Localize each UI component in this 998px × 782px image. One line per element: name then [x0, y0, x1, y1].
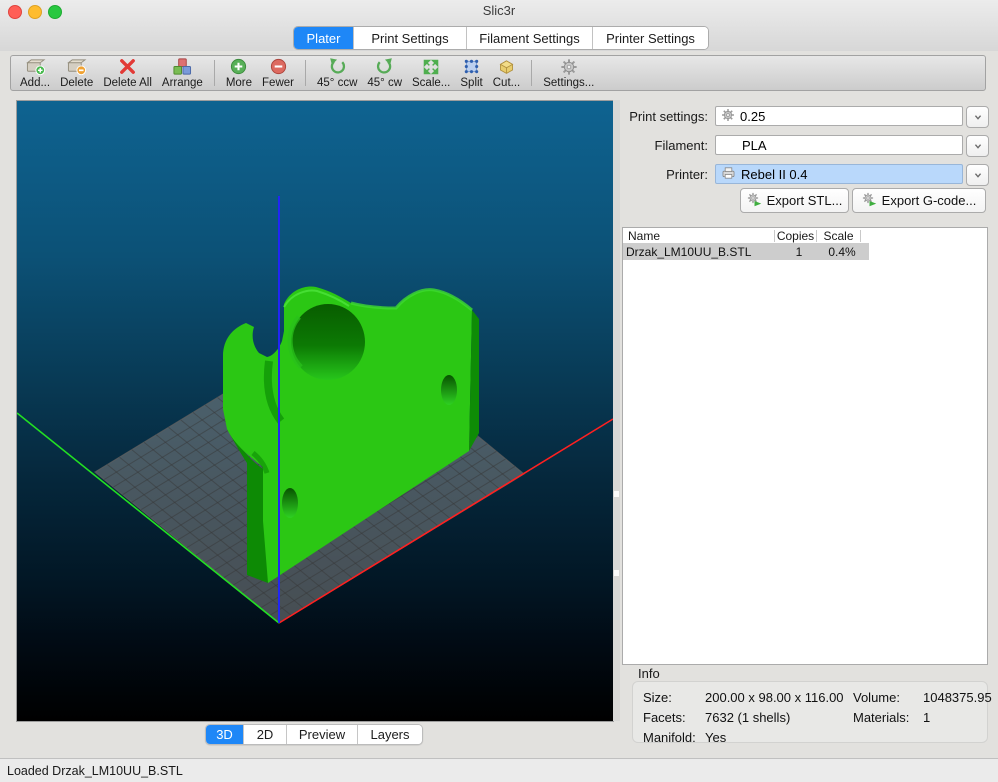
3d-scene [17, 101, 613, 721]
cell-scale: 0.4% [820, 245, 864, 259]
toolbar-separator [305, 60, 306, 86]
tab-plater[interactable]: Plater [294, 27, 354, 49]
delete-all-button[interactable]: Delete All [98, 55, 157, 91]
manifold-label: Manifold: [643, 730, 705, 745]
tab-printer-settings[interactable]: Printer Settings [593, 27, 708, 49]
print-settings-combo[interactable]: 0.25 [715, 106, 963, 126]
view-tab-preview[interactable]: Preview [287, 725, 358, 744]
export-gcode-button[interactable]: Export G-code... [852, 188, 986, 213]
filament-value: PLA [742, 138, 767, 153]
mounting-hole-left [282, 488, 298, 518]
toolbar-separator [214, 60, 215, 86]
printer-icon [721, 166, 736, 183]
export-stl-button[interactable]: Export STL... [740, 188, 849, 213]
size-value: 200.00 x 98.00 x 116.00 [705, 690, 853, 705]
print-settings-dropdown-button[interactable] [966, 106, 989, 128]
materials-value: 1 [923, 710, 987, 725]
column-header-name: Name [623, 230, 775, 242]
rotate-ccw-icon [328, 57, 347, 76]
view-tab-3d[interactable]: 3D [206, 725, 244, 744]
filament-dropdown-button[interactable] [966, 135, 989, 157]
tab-print-settings[interactable]: Print Settings [354, 27, 467, 49]
slic3r-window: { "window": { "title": "Slic3r" }, "main… [0, 0, 998, 782]
status-bar: Loaded Drzak_LM10UU_B.STL [0, 758, 998, 782]
fewer-copies-icon [269, 57, 288, 76]
filament-combo[interactable]: PLA [715, 135, 963, 155]
status-text: Loaded Drzak_LM10UU_B.STL [7, 764, 183, 778]
3d-viewport[interactable] [16, 100, 614, 722]
splitter-handle [614, 570, 619, 576]
gear-icon [721, 108, 735, 125]
add-button[interactable]: Add... [15, 55, 55, 91]
titlebar[interactable]: Slic3r [0, 0, 998, 22]
delete-all-icon [118, 57, 137, 76]
object-list-header: Name Copies Scale [623, 228, 987, 243]
rotate-cw-button[interactable]: 45° cw [362, 55, 407, 91]
arrange-button[interactable]: Arrange [157, 55, 208, 91]
scale-icon [422, 57, 440, 76]
print-settings-label: Print settings: [618, 109, 708, 124]
chevron-down-icon [972, 169, 984, 181]
export-gear-icon [862, 192, 877, 210]
window-title: Slic3r [0, 3, 998, 18]
printer-label: Printer: [618, 167, 708, 182]
split-icon [462, 57, 481, 76]
rotate-ccw-button[interactable]: 45° ccw [312, 55, 362, 91]
volume-label: Volume: [853, 690, 923, 705]
main-tab-bar: Plater Print Settings Filament Settings … [293, 26, 709, 50]
materials-label: Materials: [853, 710, 923, 725]
fewer-copies-button[interactable]: Fewer [257, 55, 299, 91]
cell-name: Drzak_LM10UU_B.STL [623, 245, 778, 259]
filament-label: Filament: [618, 138, 708, 153]
info-section-title: Info [638, 666, 660, 681]
export-gear-icon [747, 192, 762, 210]
cut-icon [497, 57, 516, 76]
cell-copies: 1 [778, 245, 820, 259]
arrange-icon [172, 57, 192, 76]
mounting-hole-right [441, 375, 457, 405]
splitter-handle [614, 491, 619, 497]
chevron-down-icon [972, 111, 984, 123]
size-label: Size: [643, 690, 705, 705]
column-header-scale: Scale [817, 230, 861, 242]
printer-value: Rebel II 0.4 [741, 167, 808, 182]
view-tab-layers[interactable]: Layers [358, 725, 422, 744]
scale-button[interactable]: Scale... [407, 55, 455, 91]
window-chrome: Slic3r Plater Print Settings Filament Se… [0, 0, 998, 51]
print-settings-value: 0.25 [740, 109, 765, 124]
manifold-value: Yes [705, 730, 853, 745]
export-gcode-label: Export G-code... [882, 193, 977, 208]
object-settings-button[interactable]: Settings... [538, 55, 599, 91]
tab-filament-settings[interactable]: Filament Settings [467, 27, 593, 49]
cut-button[interactable]: Cut... [488, 55, 525, 91]
toolbar-separator [531, 60, 532, 86]
view-tab-2d[interactable]: 2D [244, 725, 287, 744]
facets-label: Facets: [643, 710, 705, 725]
object-list: Name Copies Scale Drzak_LM10UU_B.STL 1 0… [622, 227, 988, 665]
delete-object-icon [66, 57, 87, 76]
object-settings-icon [560, 57, 578, 76]
rotate-cw-icon [375, 57, 394, 76]
more-copies-button[interactable]: More [221, 55, 257, 91]
more-copies-icon [229, 57, 248, 76]
chevron-down-icon [972, 140, 984, 152]
facets-value: 7632 (1 shells) [705, 710, 853, 725]
panel-splitter[interactable] [613, 100, 620, 721]
info-box: Size: 200.00 x 98.00 x 116.00 Volume: 10… [632, 681, 988, 743]
export-stl-label: Export STL... [767, 193, 843, 208]
printer-dropdown-button[interactable] [966, 164, 989, 186]
delete-button[interactable]: Delete [55, 55, 98, 91]
bearing-bore [291, 304, 365, 380]
add-object-icon [25, 57, 46, 76]
table-row[interactable]: Drzak_LM10UU_B.STL 1 0.4% [623, 243, 869, 260]
plater-toolbar: Add... Delete Delete All Arrange More Fe… [10, 55, 986, 91]
volume-value: 1048375.95 [923, 690, 992, 705]
view-tab-bar: 3D 2D Preview Layers [16, 724, 612, 745]
split-button[interactable]: Split [455, 55, 487, 91]
printer-combo[interactable]: Rebel II 0.4 [715, 164, 963, 184]
column-header-copies: Copies [775, 230, 817, 242]
